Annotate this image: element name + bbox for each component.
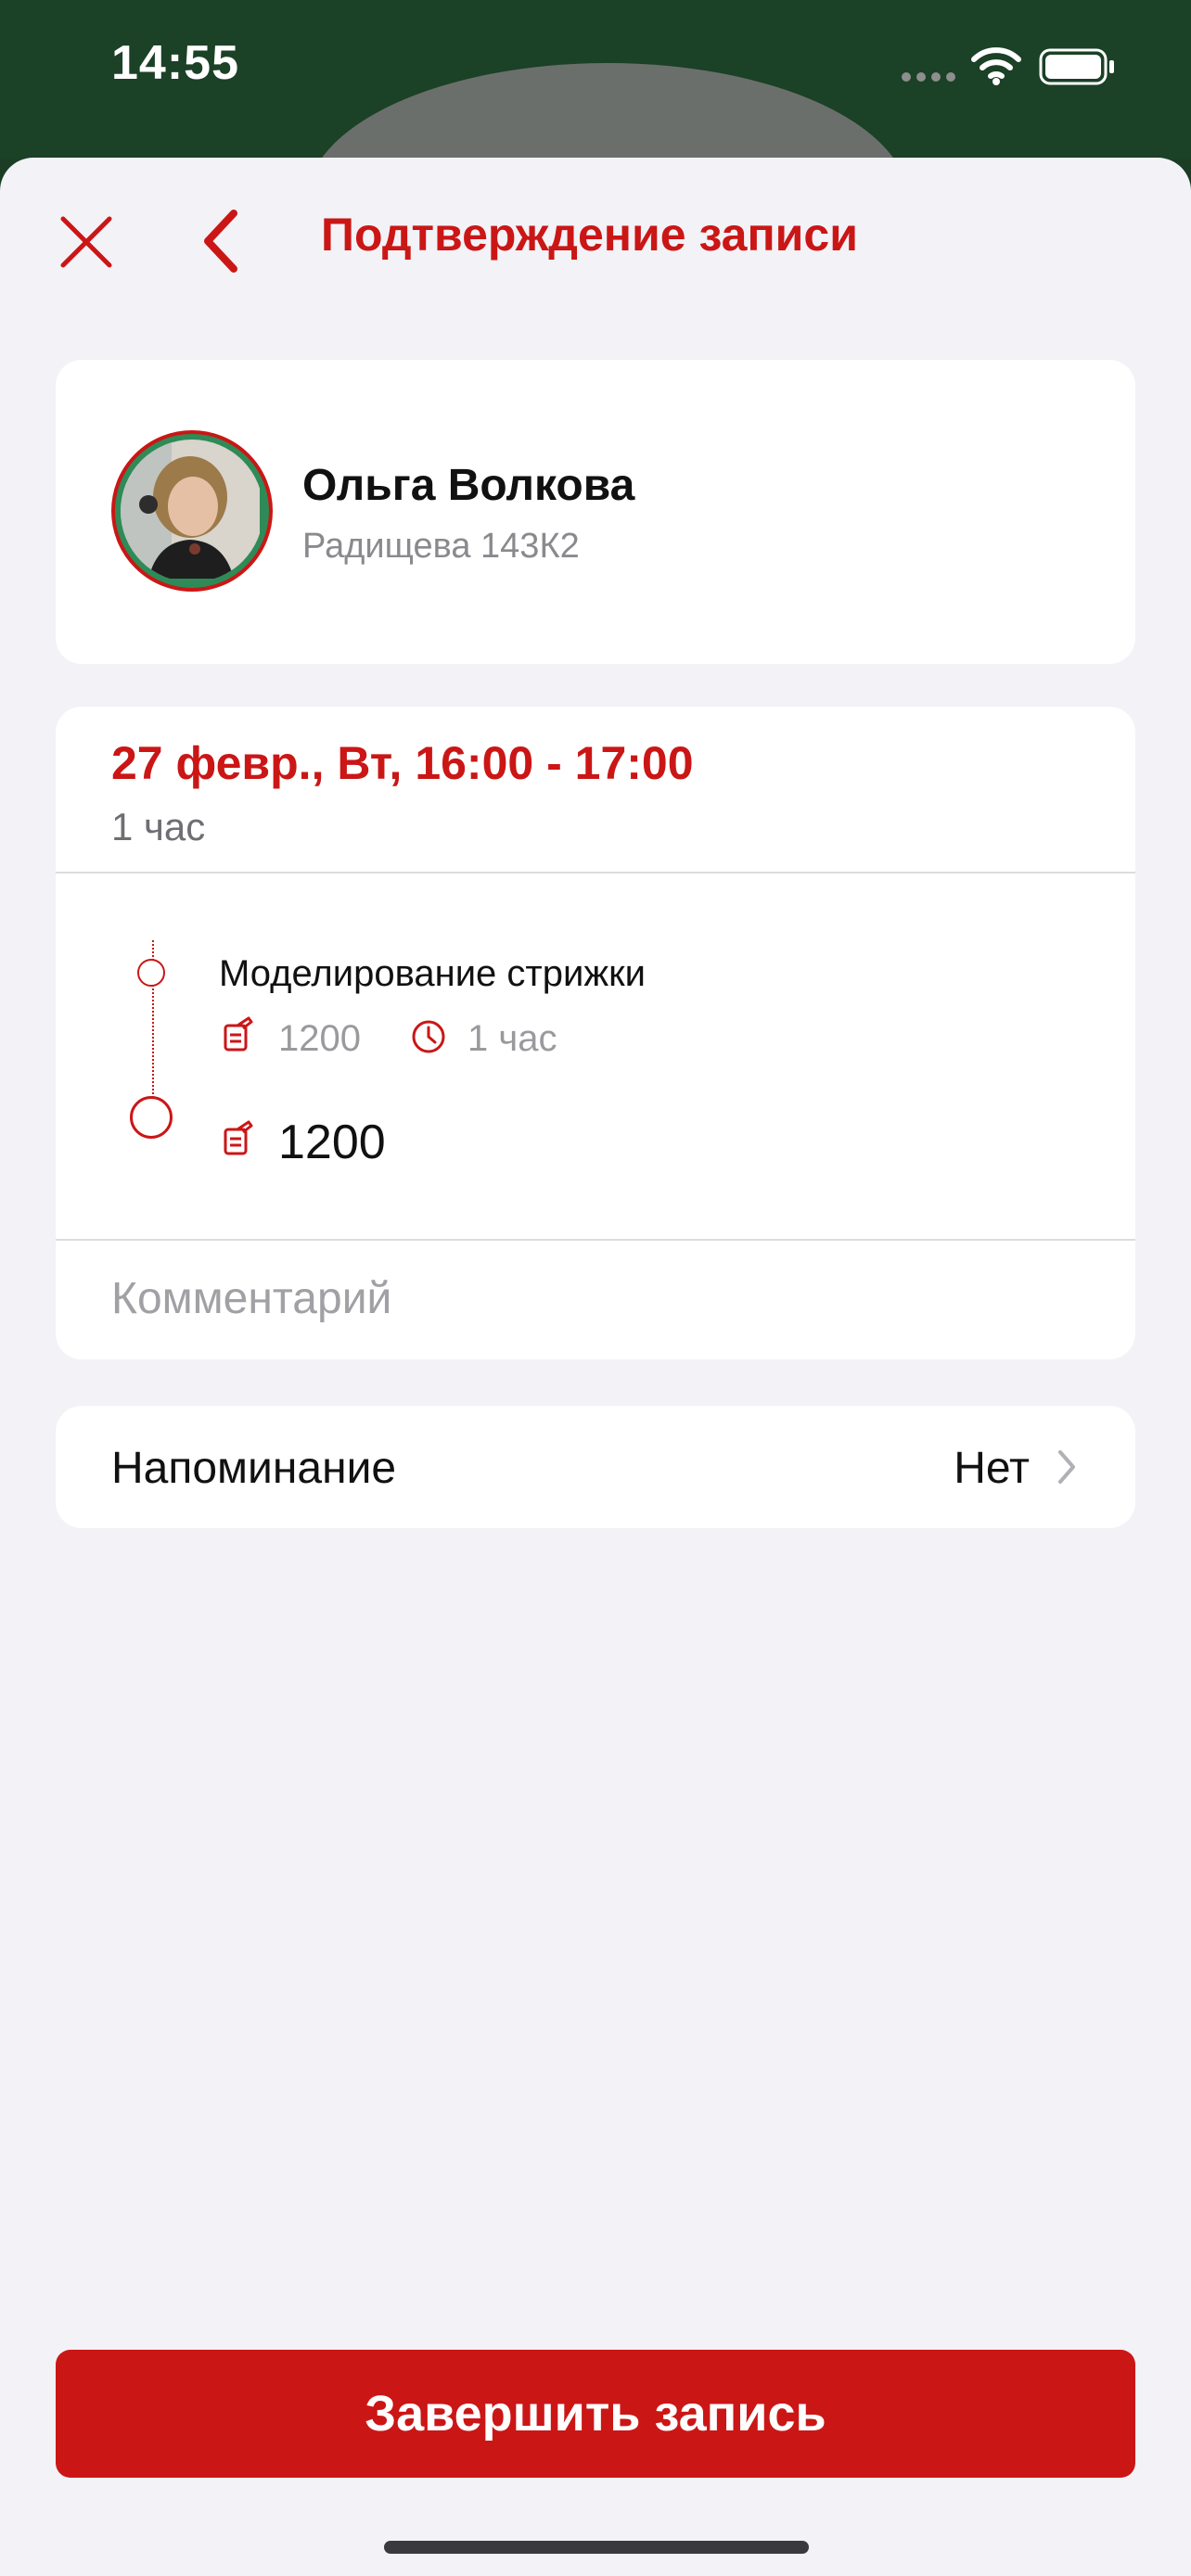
chevron-right-icon <box>1058 1450 1075 1484</box>
master-card: Ольга Волкова Радищева 143К2 <box>56 360 1135 664</box>
divider <box>56 872 1135 874</box>
status-bar: 14:55 <box>0 0 1191 159</box>
comment-input[interactable] <box>111 1261 1076 1335</box>
close-icon[interactable] <box>54 210 119 274</box>
back-chevron-icon[interactable] <box>193 206 249 276</box>
booking-confirmation-sheet: Подтверждение записи Ольга Волкова Радищ… <box>0 158 1191 2576</box>
price-tag-icon <box>224 1120 253 1155</box>
service-price: 1200 <box>278 1018 361 1059</box>
cellular-signal-icon <box>902 72 955 82</box>
service-duration: 1 час <box>467 1018 557 1059</box>
booking-card: 27 февр., Вт, 16:00 - 17:00 1 час Модели… <box>56 707 1135 1359</box>
timeline-end-dot <box>130 1096 173 1139</box>
divider <box>56 1239 1135 1241</box>
reminder-row[interactable]: Напоминание Нет <box>56 1406 1135 1528</box>
page-title: Подтверждение записи <box>321 209 858 261</box>
battery-icon <box>1039 48 1114 85</box>
avatar <box>111 430 273 592</box>
price-tag-icon <box>224 1016 253 1052</box>
wifi-icon <box>971 47 1021 85</box>
reminder-label: Напоминание <box>111 1444 397 1493</box>
service-name: Моделирование стрижки <box>219 953 646 994</box>
total-price: 1200 <box>278 1116 386 1169</box>
booking-datetime: 27 февр., Вт, 16:00 - 17:00 <box>111 737 694 789</box>
home-indicator <box>384 2541 809 2554</box>
reminder-value: Нет <box>954 1444 1030 1493</box>
status-time: 14:55 <box>111 36 239 90</box>
master-name: Ольга Волкова <box>302 461 635 510</box>
timeline-dot <box>137 959 165 987</box>
finish-booking-button[interactable]: Завершить запись <box>56 2350 1135 2478</box>
clock-icon <box>412 1020 445 1053</box>
booking-duration: 1 час <box>111 805 206 848</box>
master-address: Радищева 143К2 <box>302 527 580 566</box>
